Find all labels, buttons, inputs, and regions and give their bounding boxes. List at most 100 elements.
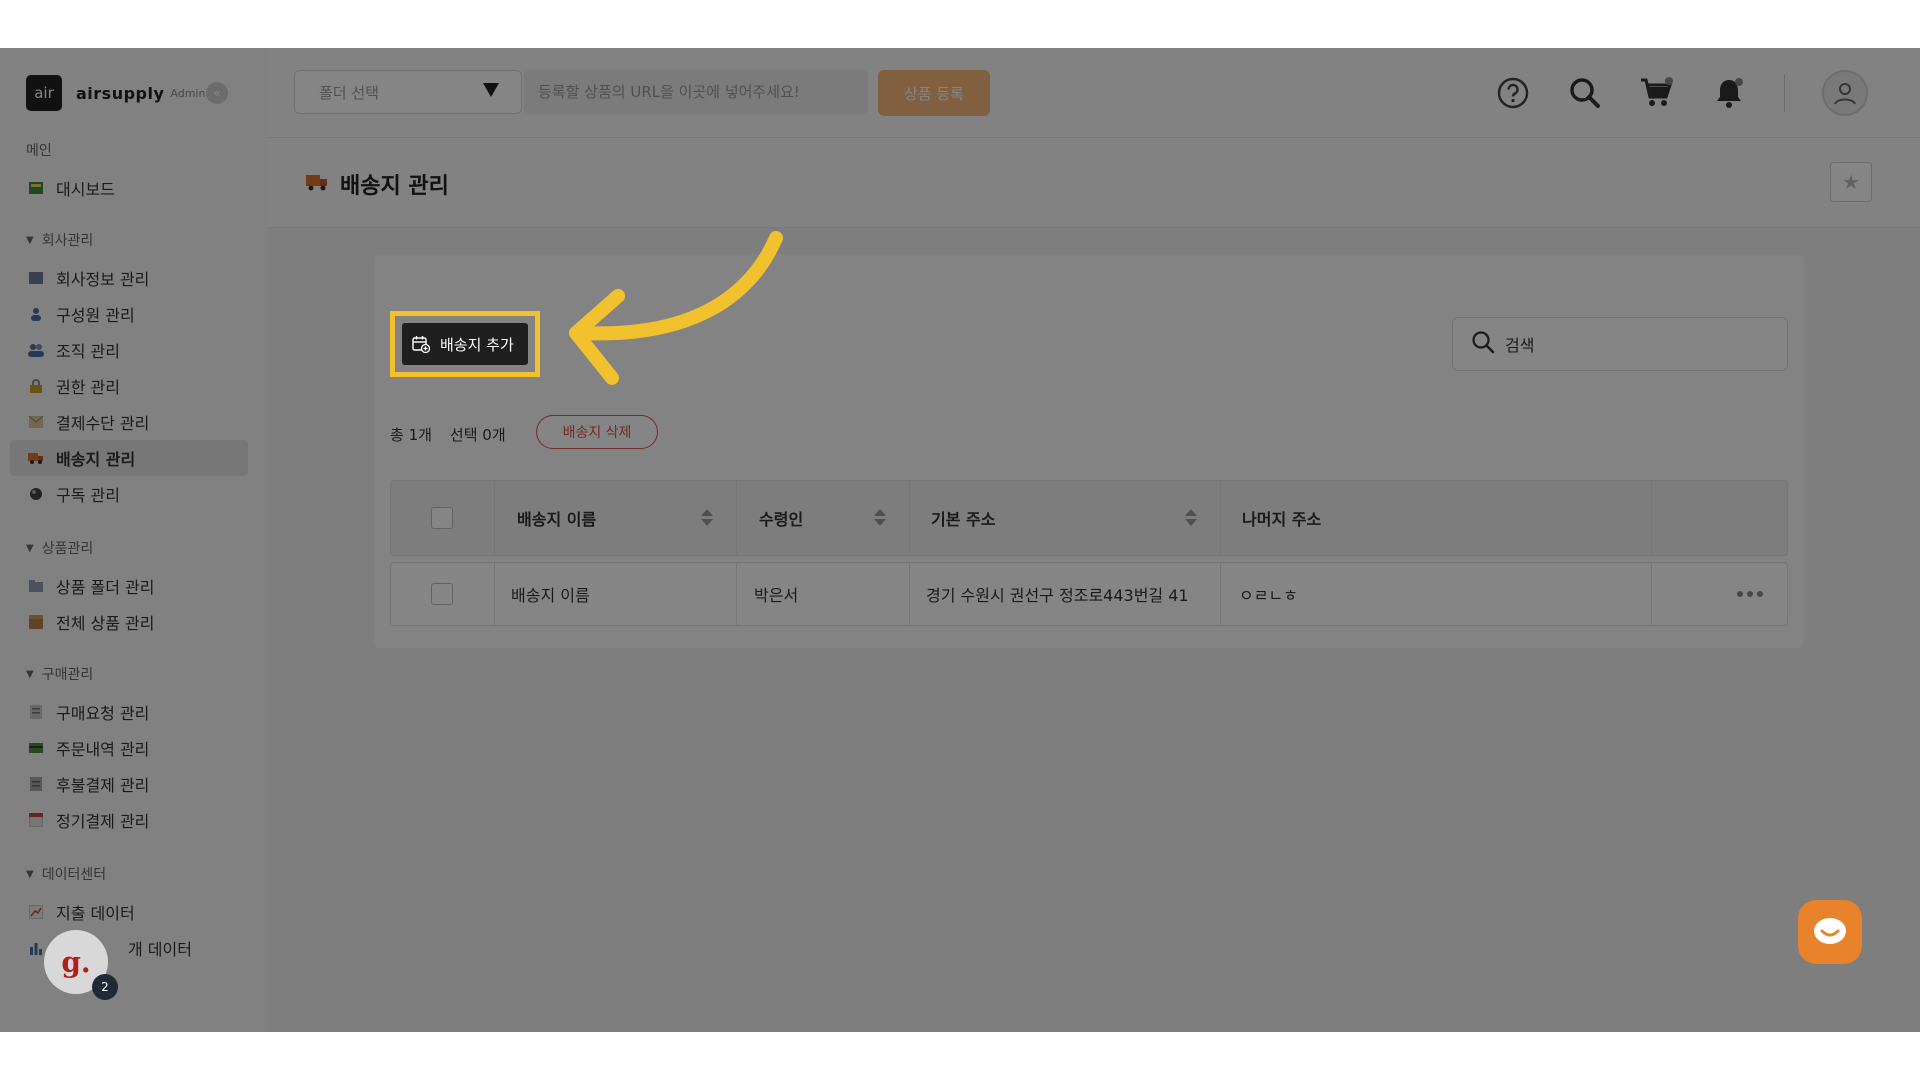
help-icon[interactable] bbox=[1496, 76, 1530, 110]
delete-shipping-button[interactable]: 배송지 삭제 bbox=[536, 415, 658, 449]
pointer-arrow-icon bbox=[569, 231, 783, 385]
select-all-checkbox[interactable] bbox=[431, 481, 453, 555]
sidebar-item-dashboard[interactable]: 대시보드 bbox=[10, 170, 248, 206]
column-header-name[interactable]: 배송지 이름 bbox=[517, 481, 596, 555]
folder-icon bbox=[28, 579, 44, 593]
brand-name: airsupply bbox=[76, 83, 165, 103]
sidebar-item-label: 정기결제 관리 bbox=[56, 812, 150, 831]
line-chart-icon bbox=[28, 905, 44, 919]
sidebar-item-product-folders[interactable]: 상품 폴더 관리 bbox=[10, 568, 248, 604]
sidebar-item-spend-data[interactable]: 지출 데이터 bbox=[10, 894, 248, 930]
calendar-add-icon bbox=[412, 336, 430, 353]
sidebar-collapse-icon[interactable]: « bbox=[206, 82, 228, 104]
add-shipping-button[interactable]: 배송지 추가 bbox=[402, 323, 528, 365]
sidebar-item-deferred-payment[interactable]: 후불결제 관리 bbox=[10, 766, 248, 802]
add-shipping-label: 배송지 추가 bbox=[440, 335, 514, 354]
sidebar-item-label: 대시보드 bbox=[56, 180, 115, 199]
sort-icon[interactable] bbox=[701, 509, 713, 526]
bar-chart-icon bbox=[28, 941, 44, 955]
envelope-icon bbox=[28, 415, 44, 429]
product-url-input[interactable] bbox=[524, 70, 868, 114]
sidebar-item-company-info[interactable]: 회사정보 관리 bbox=[10, 260, 248, 296]
sidebar-item-orders[interactable]: 주문내역 관리 bbox=[10, 730, 248, 766]
sidebar-item-label: 결제수단 관리 bbox=[56, 414, 150, 433]
table-row[interactable]: 배송지 이름 박은서 경기 수원시 권선구 정조로443번길 41 ㅇㄹㄴㅎ bbox=[390, 562, 1788, 626]
cell-detail: ㅇㄹㄴㅎ bbox=[1239, 586, 1298, 605]
collapse-triangle-icon: ▼ bbox=[26, 542, 34, 554]
nav-group-data-center[interactable]: ▼ 데이터센터 bbox=[26, 864, 106, 884]
nav-group-purchases[interactable]: ▼ 구매관리 bbox=[26, 664, 93, 684]
sidebar-item-all-products[interactable]: 전체 상품 관리 bbox=[10, 604, 248, 640]
sidebar-item-payment-methods[interactable]: 결제수단 관리 bbox=[10, 404, 248, 440]
search-icon[interactable] bbox=[1568, 76, 1602, 110]
selection-counts: 총 1개 선택 0개 bbox=[390, 424, 524, 445]
nav-group-label: 데이터센터 bbox=[41, 867, 107, 883]
sidebar-item-label: 상품 폴더 관리 bbox=[56, 578, 155, 597]
row-more-icon[interactable] bbox=[1737, 563, 1763, 625]
folder-select[interactable]: 폴더 선택 bbox=[294, 70, 522, 114]
nav-group-company[interactable]: ▼ 회사관리 bbox=[26, 230, 93, 250]
sort-icon[interactable] bbox=[1185, 509, 1197, 526]
row-checkbox[interactable] bbox=[431, 563, 453, 625]
app-window: air airsupply Admin « 메인 대시보드 ▼ 회사관리 회사정… bbox=[0, 48, 1920, 1032]
document-icon bbox=[28, 705, 44, 719]
ball-icon bbox=[28, 487, 44, 501]
search-placeholder: 검색 bbox=[1505, 336, 1535, 355]
search-input[interactable]: 검색 bbox=[1452, 317, 1788, 371]
dashboard-icon bbox=[28, 181, 44, 195]
sidebar-item-label: 구성원 관리 bbox=[56, 306, 135, 325]
search-icon bbox=[1471, 330, 1495, 358]
topbar-divider bbox=[1784, 74, 1785, 112]
column-header-detail: 나머지 주소 bbox=[1242, 510, 1322, 529]
cart-icon[interactable] bbox=[1640, 76, 1674, 110]
brand[interactable]: air airsupply Admin bbox=[26, 74, 205, 112]
chat-bubble-icon bbox=[1814, 918, 1846, 944]
grammarly-count-badge: 2 bbox=[92, 974, 118, 1000]
sidebar-item-label: 후불결제 관리 bbox=[56, 776, 150, 795]
total-count: 총 1개 bbox=[390, 426, 432, 444]
sidebar-item-label: 주문내역 관리 bbox=[56, 740, 150, 759]
chat-button[interactable] bbox=[1798, 900, 1862, 964]
sidebar-item-purchase-requests[interactable]: 구매요청 관리 bbox=[10, 694, 248, 730]
building-icon bbox=[28, 271, 44, 285]
sidebar: air airsupply Admin « 메인 대시보드 ▼ 회사관리 회사정… bbox=[0, 48, 268, 1032]
sidebar-item-shipping[interactable]: 배송지 관리 bbox=[10, 440, 248, 476]
card-icon bbox=[28, 741, 44, 755]
box-icon bbox=[28, 615, 44, 629]
nav-group-products[interactable]: ▼ 상품관리 bbox=[26, 538, 93, 558]
collapse-triangle-icon: ▼ bbox=[26, 868, 34, 880]
sidebar-item-recurring-payment[interactable]: 정기결제 관리 bbox=[10, 802, 248, 838]
receipt-icon bbox=[28, 777, 44, 791]
collapse-triangle-icon: ▼ bbox=[26, 668, 34, 680]
cell-address: 경기 수원시 권선구 정조로443번길 41 bbox=[926, 586, 1189, 605]
page-header: 배송지 관리 ★ bbox=[268, 138, 1920, 228]
avatar[interactable] bbox=[1822, 70, 1868, 116]
sidebar-item-label: 구독 관리 bbox=[56, 486, 120, 505]
page-title: 배송지 관리 bbox=[306, 168, 449, 200]
person-icon bbox=[28, 307, 44, 321]
sidebar-item-label: 회사정보 관리 bbox=[56, 270, 150, 289]
column-header-recipient[interactable]: 수령인 bbox=[759, 481, 803, 555]
nav-main-title: 메인 bbox=[26, 143, 52, 159]
nav-group-label: 회사관리 bbox=[41, 233, 94, 249]
sidebar-item-organization[interactable]: 조직 관리 bbox=[10, 332, 248, 368]
sort-icon[interactable] bbox=[874, 509, 886, 526]
nav-group-label: 상품관리 bbox=[41, 541, 94, 557]
topbar: 폴더 선택 상품 등록 bbox=[268, 48, 1920, 138]
sidebar-item-members[interactable]: 구성원 관리 bbox=[10, 296, 248, 332]
truck-icon bbox=[306, 172, 328, 196]
register-product-button[interactable]: 상품 등록 bbox=[878, 70, 990, 116]
sidebar-item-label: 권한 관리 bbox=[56, 378, 120, 397]
sidebar-item-label: 전체 상품 관리 bbox=[56, 614, 155, 633]
table-header: 배송지 이름 수령인 기본 주소 나머지 주소 bbox=[390, 480, 1788, 556]
column-header-address[interactable]: 기본 주소 bbox=[931, 481, 995, 555]
caret-down-icon bbox=[483, 83, 499, 97]
favorite-star-icon[interactable]: ★ bbox=[1830, 162, 1872, 202]
sidebar-item-permissions[interactable]: 권한 관리 bbox=[10, 368, 248, 404]
brand-admin-badge: Admin bbox=[170, 86, 206, 100]
sidebar-item-subscription[interactable]: 구독 관리 bbox=[10, 476, 248, 512]
nav-group-label: 구매관리 bbox=[41, 667, 94, 683]
sidebar-item-label: 개 데이터 bbox=[128, 940, 192, 959]
sidebar-item-label: 지출 데이터 bbox=[56, 904, 135, 923]
bell-icon[interactable] bbox=[1712, 76, 1746, 110]
